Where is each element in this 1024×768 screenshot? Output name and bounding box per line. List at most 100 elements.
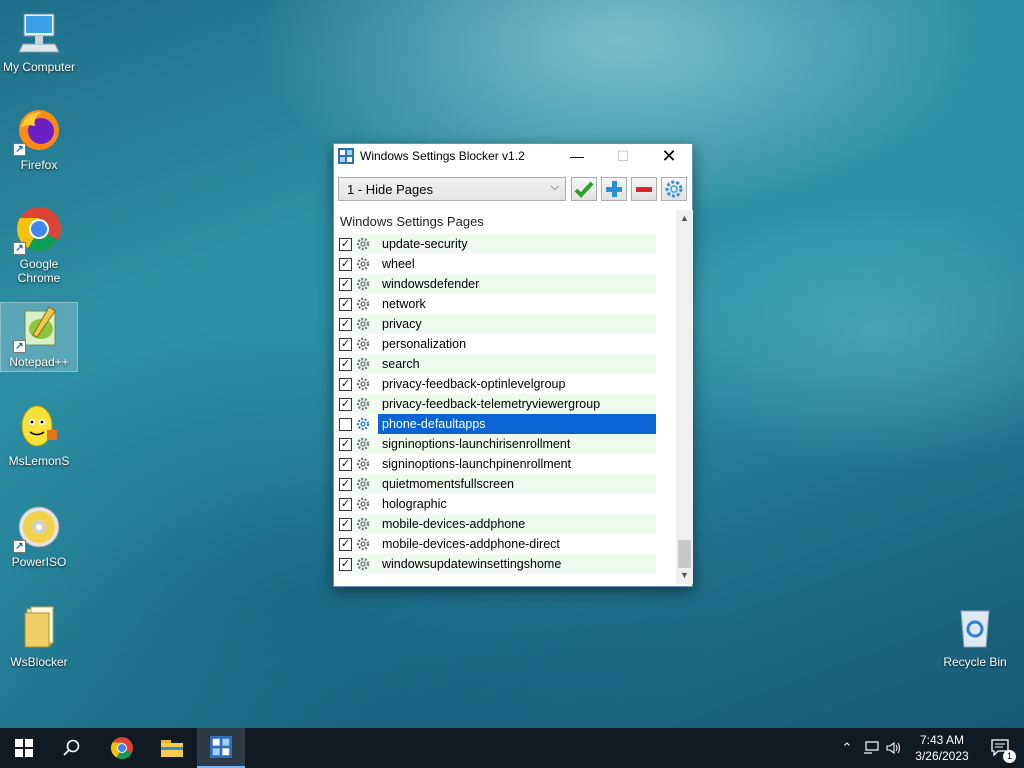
- desktop-icon-my-computer[interactable]: My Computer: [0, 8, 78, 78]
- settings-button[interactable]: [661, 177, 687, 201]
- list-item[interactable]: ✓ holographic: [338, 494, 656, 514]
- gear-icon: [356, 437, 370, 451]
- scroll-down-icon[interactable]: ▼: [676, 567, 693, 584]
- list-item-checkbox[interactable]: ✓: [339, 497, 352, 511]
- windows-logo-icon: [15, 739, 33, 757]
- desktop-icon-mslemons[interactable]: MsLemonS: [0, 402, 78, 472]
- search-icon: [63, 739, 80, 756]
- start-button[interactable]: [0, 728, 48, 768]
- scroll-thumb[interactable]: [678, 540, 691, 568]
- list-item-checkbox[interactable]: ✓: [339, 437, 352, 451]
- gear-icon: [356, 517, 370, 531]
- shortcut-arrow-icon: ↗: [13, 340, 26, 353]
- network-button[interactable]: [860, 728, 882, 768]
- gear-icon: [356, 417, 370, 431]
- list-item[interactable]: ✓ mobile-devices-addphone-direct: [338, 534, 656, 554]
- title-bar[interactable]: Windows Settings Blocker v1.2 — ☐ ✕: [334, 144, 692, 168]
- list-item-checkbox[interactable]: ✓: [339, 557, 352, 571]
- list-item[interactable]: ✓ privacy: [338, 314, 656, 334]
- list-item[interactable]: ✓ wheel: [338, 254, 656, 274]
- minimize-button[interactable]: —: [554, 144, 600, 168]
- list-item-label: privacy: [382, 317, 422, 331]
- desktop-icon-label: WsBlocker: [10, 655, 68, 669]
- apply-button[interactable]: [571, 177, 597, 201]
- volume-button[interactable]: [884, 728, 904, 768]
- list-item[interactable]: ✓ search: [338, 354, 656, 374]
- toolbar: 1 - Hide Pages ⌵: [338, 177, 688, 201]
- list-item-label: holographic: [382, 497, 447, 511]
- list-item[interactable]: ✓ signinoptions-launchpinenrollment: [338, 454, 656, 474]
- list-item[interactable]: ✓ windowsupdatewinsettingshome: [338, 554, 656, 574]
- remove-button[interactable]: [631, 177, 657, 201]
- list-item-label: search: [382, 357, 420, 371]
- list-item[interactable]: ✓ signinoptions-launchirisenrollment: [338, 434, 656, 454]
- notification-center-button[interactable]: 1: [990, 737, 1016, 763]
- vertical-scrollbar[interactable]: ▲ ▼: [676, 210, 693, 584]
- list-item[interactable]: ✓ update-security: [338, 234, 656, 254]
- close-button[interactable]: ✕: [646, 144, 692, 168]
- folder-icon: [161, 740, 183, 757]
- list-item-checkbox[interactable]: ✓: [339, 377, 352, 391]
- gear-icon: [356, 537, 370, 551]
- shortcut-arrow-icon: ↗: [13, 242, 26, 255]
- search-button[interactable]: [48, 728, 96, 768]
- gear-icon: [356, 317, 370, 331]
- list-item-checkbox[interactable]: ✓: [339, 477, 352, 491]
- desktop-icon-label: Recycle Bin: [943, 655, 1007, 669]
- list-item-checkbox[interactable]: ✓: [339, 517, 352, 531]
- firefox-icon: ↗: [13, 106, 63, 156]
- list-item-checkbox[interactable]: ✓: [339, 357, 352, 371]
- list-item-checkbox[interactable]: ✓: [339, 297, 352, 311]
- list-item[interactable]: ✓ personalization: [338, 334, 656, 354]
- list-item-checkbox[interactable]: ✓: [339, 337, 352, 351]
- list-item-label: privacy-feedback-telemetryviewergroup: [382, 397, 601, 411]
- desktop-icon-notepadpp[interactable]: ↗ Notepad++: [0, 302, 78, 372]
- list-header: Windows Settings Pages: [340, 214, 484, 229]
- folder-icon: [15, 603, 63, 651]
- desktop-icon-label: Firefox: [20, 158, 58, 172]
- mode-dropdown[interactable]: 1 - Hide Pages ⌵: [338, 177, 566, 201]
- list-item-label: quietmomentsfullscreen: [382, 477, 515, 491]
- desktop-icon-recycle-bin[interactable]: Recycle Bin: [936, 603, 1014, 673]
- pages-list[interactable]: Windows Settings Pages ✓ update-security ✓…: [338, 210, 693, 584]
- list-item-checkbox[interactable]: ✓: [339, 397, 352, 411]
- show-hidden-icons-button[interactable]: ⌃: [838, 728, 856, 768]
- list-item[interactable]: ✓ mobile-devices-addphone: [338, 514, 656, 534]
- list-item-label: phone-defaultapps: [378, 414, 656, 434]
- taskbar-chrome[interactable]: [98, 728, 146, 768]
- list-item[interactable]: ✓ privacy-feedback-telemetryviewergroup: [338, 394, 656, 414]
- list-item-checkbox[interactable]: ✓: [339, 257, 352, 271]
- chevron-up-icon: ⌃: [841, 740, 853, 755]
- gear-icon: [356, 277, 370, 291]
- add-button[interactable]: [601, 177, 627, 201]
- desktop-icon-firefox[interactable]: ↗ Firefox: [0, 106, 78, 176]
- list-item-checkbox[interactable]: ✓: [339, 457, 352, 471]
- list-item-label: windowsupdatewinsettingshome: [382, 557, 562, 571]
- window-title: Windows Settings Blocker v1.2: [360, 149, 525, 163]
- desktop-icon-label: Google Chrome: [17, 257, 61, 285]
- taskbar-settings-blocker[interactable]: [197, 728, 245, 768]
- clock[interactable]: 7:43 AM 3/26/2023: [910, 732, 974, 764]
- maximize-button[interactable]: ☐: [600, 144, 646, 168]
- list-item[interactable]: ✓ network: [338, 294, 656, 314]
- desktop-icon-wsblocker[interactable]: WsBlocker: [0, 603, 78, 673]
- list-item-checkbox[interactable]: [339, 417, 352, 431]
- taskbar-file-explorer[interactable]: [148, 728, 196, 768]
- list-item-checkbox[interactable]: ✓: [339, 277, 352, 291]
- list-item-checkbox[interactable]: ✓: [339, 237, 352, 251]
- list-item[interactable]: ✓ privacy-feedback-optinlevelgroup: [338, 374, 656, 394]
- list-item-checkbox[interactable]: ✓: [339, 537, 352, 551]
- list-item[interactable]: ✓ windowsdefender: [338, 274, 656, 294]
- gear-icon: [356, 557, 370, 571]
- list-item[interactable]: ✓ quietmomentsfullscreen: [338, 474, 656, 494]
- desktop-icon-chrome[interactable]: ↗ Google Chrome: [0, 205, 78, 289]
- desktop-icon-label: Notepad++: [9, 355, 69, 369]
- app-icon: [338, 148, 354, 164]
- list-item[interactable]: phone-defaultapps: [338, 414, 656, 434]
- list-item-checkbox[interactable]: ✓: [339, 317, 352, 331]
- scroll-up-icon[interactable]: ▲: [676, 210, 693, 227]
- desktop-icon-label: PowerISO: [11, 555, 67, 569]
- desktop-icon-poweriso[interactable]: ↗ PowerISO: [0, 503, 78, 573]
- gear-icon: [356, 237, 370, 251]
- gear-icon: [356, 377, 370, 391]
